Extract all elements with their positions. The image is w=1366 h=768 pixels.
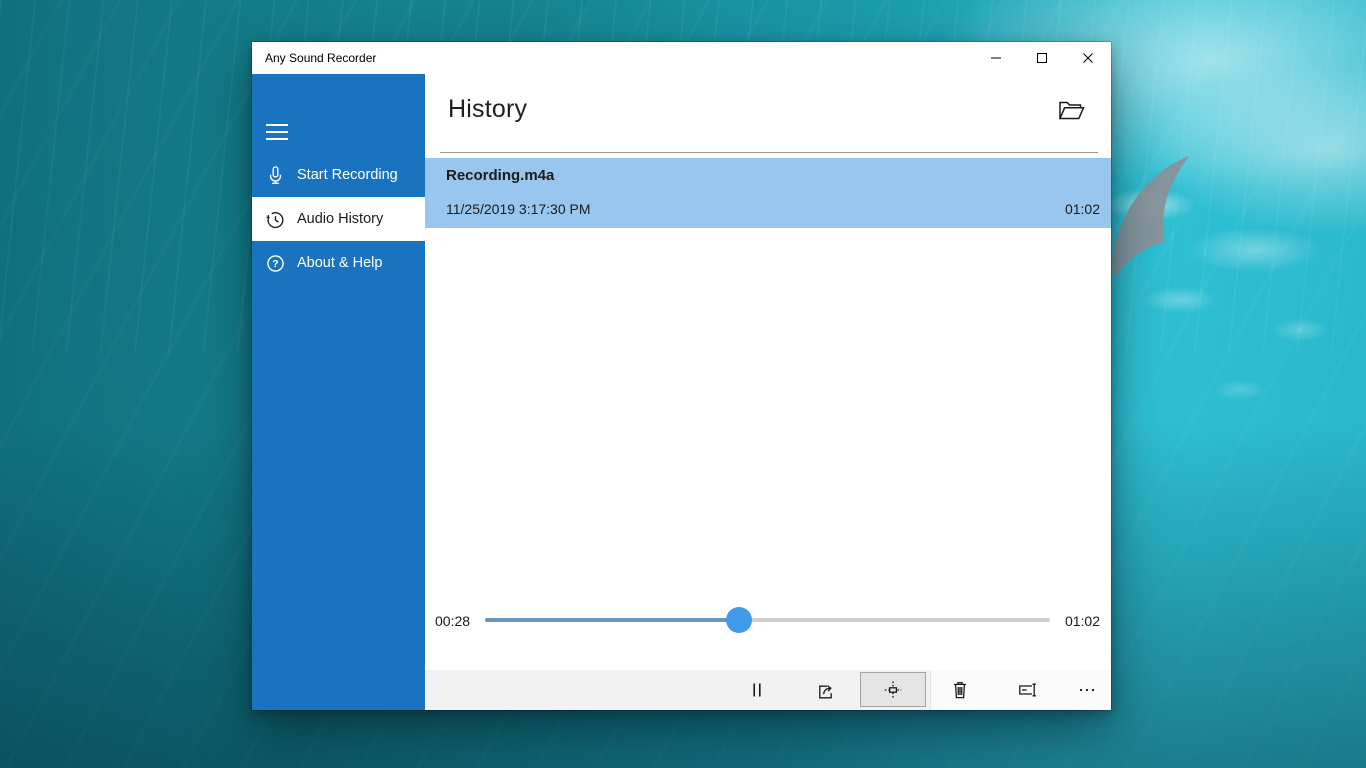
caption-buttons (973, 42, 1111, 74)
slider-track[interactable] (485, 618, 1050, 622)
current-time-label: 00:28 (435, 613, 470, 629)
more-button[interactable] (1063, 670, 1111, 710)
screen: Any Sound Recorder (0, 0, 1366, 768)
sidebar-item-label: About & Help (297, 255, 382, 271)
app-window: Any Sound Recorder (252, 42, 1111, 710)
sidebar: Start Recording Audio History ? About & … (252, 74, 425, 710)
history-icon (265, 209, 286, 230)
sidebar-item-label: Start Recording (297, 167, 398, 183)
rename-icon (1018, 681, 1038, 699)
header-divider (440, 152, 1098, 153)
sidebar-item-about-help[interactable]: ? About & Help (252, 241, 425, 285)
page-title: History (448, 95, 527, 124)
window-title: Any Sound Recorder (252, 51, 376, 65)
rename-button[interactable] (1004, 670, 1052, 710)
hamburger-menu-button[interactable] (252, 105, 300, 153)
command-bar (425, 670, 1111, 710)
open-folder-button[interactable] (1051, 94, 1091, 126)
minimize-button[interactable] (973, 42, 1019, 74)
open-folder-icon (1058, 99, 1085, 121)
svg-text:?: ? (272, 258, 278, 270)
slider-thumb[interactable] (726, 607, 752, 633)
pause-button[interactable] (733, 670, 781, 710)
share-button[interactable] (800, 670, 848, 710)
close-icon (1083, 53, 1093, 63)
slider-fill (485, 618, 739, 622)
share-icon (815, 681, 834, 700)
maximize-icon (1037, 53, 1047, 63)
trim-icon (884, 681, 902, 699)
total-time-label: 01:02 (1065, 613, 1100, 629)
sidebar-item-start-recording[interactable]: Start Recording (252, 153, 425, 197)
recording-list-item[interactable]: Recording.m4a 11/25/2019 3:17:30 PM 01:0… (425, 158, 1111, 228)
trim-button[interactable] (860, 672, 926, 707)
recording-duration: 01:02 (1065, 201, 1100, 217)
maximize-button[interactable] (1019, 42, 1065, 74)
titlebar[interactable]: Any Sound Recorder (252, 42, 1111, 74)
hamburger-icon (266, 124, 288, 126)
delete-icon (951, 680, 969, 700)
pause-icon (748, 681, 766, 699)
sidebar-item-audio-history[interactable]: Audio History (252, 197, 425, 241)
main-content: History Recording.m4a 11/25/2019 3:17:30… (425, 74, 1111, 710)
more-icon (1077, 681, 1097, 699)
seek-slider[interactable] (485, 607, 1050, 633)
help-icon: ? (265, 253, 286, 274)
recording-datetime: 11/25/2019 3:17:30 PM (446, 201, 591, 217)
microphone-icon (265, 165, 286, 186)
close-button[interactable] (1065, 42, 1111, 74)
sidebar-item-label: Audio History (297, 211, 383, 227)
recording-name: Recording.m4a (446, 167, 554, 184)
delete-button[interactable] (936, 670, 984, 710)
minimize-icon (991, 53, 1001, 63)
